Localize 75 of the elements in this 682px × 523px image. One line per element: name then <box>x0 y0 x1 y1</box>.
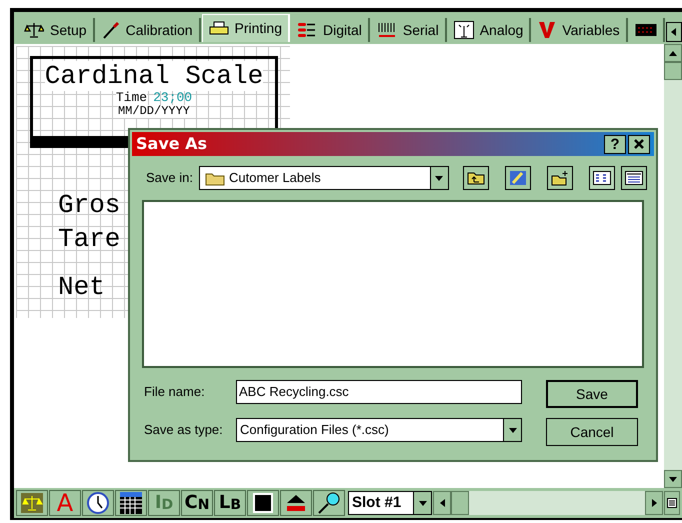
field-label: Net <box>58 272 106 302</box>
toolbar-button[interactable]: CN <box>181 490 213 516</box>
down-arrow-icon <box>435 176 444 180</box>
scroll-left-button[interactable] <box>433 491 451 515</box>
toolbar-button[interactable] <box>313 490 345 516</box>
screwdriver-icon <box>102 21 120 39</box>
grid-icon <box>120 492 142 514</box>
down-arrow-icon <box>418 500 426 506</box>
time-label: Time <box>116 91 148 105</box>
new-folder-icon <box>550 170 569 186</box>
dropdown-button[interactable] <box>503 419 521 441</box>
new-folder-button[interactable] <box>546 166 573 190</box>
help-button[interactable]: ? <box>604 134 626 154</box>
scroll-up-button[interactable] <box>664 44 682 62</box>
slot-dropdown[interactable]: Slot #1 <box>348 491 432 515</box>
scroll-right-button[interactable] <box>645 491 663 515</box>
cancel-button[interactable]: Cancel <box>546 418 638 446</box>
close-icon <box>634 139 644 149</box>
details-view-icon <box>624 171 643 185</box>
toolbar-button[interactable] <box>82 490 114 516</box>
right-arrow-icon <box>652 499 656 507</box>
up-arrow-icon <box>669 50 677 56</box>
scale-icon <box>24 21 44 39</box>
list-icon <box>667 498 677 508</box>
magnifier-icon <box>318 492 340 514</box>
save-as-type-label: Save as type: <box>144 421 224 440</box>
label-title: Cardinal Scale <box>44 61 264 91</box>
toolbar-button[interactable]: LB <box>214 490 246 516</box>
clock-icon <box>87 492 109 514</box>
desktop-icon <box>508 170 527 186</box>
file-name-label: File name: <box>144 383 206 402</box>
down-arrow-icon <box>669 476 677 482</box>
desktop-button[interactable] <box>504 166 531 190</box>
file-name-field[interactable]: ABC Recycling.csc <box>236 380 522 404</box>
left-arrow-icon <box>440 499 444 507</box>
toolbar-button[interactable] <box>115 490 147 516</box>
dropdown-button[interactable] <box>413 492 431 514</box>
list-view-button[interactable] <box>588 166 615 190</box>
save-in-dropdown[interactable]: Cutomer Labels <box>198 166 449 190</box>
left-arrow-icon <box>671 28 676 36</box>
save-button[interactable]: Save <box>546 380 638 408</box>
antenna-icon <box>454 21 474 39</box>
list-bullets-icon <box>297 21 317 39</box>
up-folder-button[interactable] <box>462 166 489 190</box>
view-button[interactable] <box>664 491 680 515</box>
tab[interactable]: Printing <box>202 14 290 42</box>
date-format: MM/DD/YYYY <box>118 105 190 118</box>
display-icon <box>634 23 657 37</box>
field-label: Tare <box>58 224 120 254</box>
square-icon <box>253 493 273 513</box>
time-value: 23;00 <box>153 91 192 105</box>
dropdown-button[interactable] <box>430 167 448 189</box>
list-view-icon <box>592 171 611 185</box>
dialog-title: Save As <box>136 133 208 155</box>
horizontal-scrollbar[interactable] <box>433 491 663 515</box>
v-letter-icon <box>538 21 556 39</box>
scale-icon <box>21 493 43 513</box>
scroll-thumb[interactable] <box>451 491 469 515</box>
field-label: Gros <box>58 190 120 220</box>
save-in-label: Save in: <box>146 169 193 188</box>
printer-icon <box>208 20 229 36</box>
eject-icon <box>285 493 307 513</box>
tab-scroll-left-button[interactable] <box>666 22 682 42</box>
folder-icon <box>204 170 225 186</box>
file-list[interactable] <box>142 200 644 368</box>
scroll-thumb[interactable] <box>664 62 682 80</box>
toolbar-button[interactable] <box>247 490 279 516</box>
folder-up-icon <box>466 171 485 185</box>
toolbar-button[interactable] <box>280 490 312 516</box>
down-arrow-icon <box>508 428 516 432</box>
save-as-type-dropdown[interactable]: Configuration Files (*.csc) <box>236 418 522 442</box>
scroll-down-button[interactable] <box>664 470 682 488</box>
serial-icon <box>376 21 397 39</box>
details-view-button[interactable] <box>620 166 647 190</box>
close-button[interactable] <box>628 134 650 154</box>
